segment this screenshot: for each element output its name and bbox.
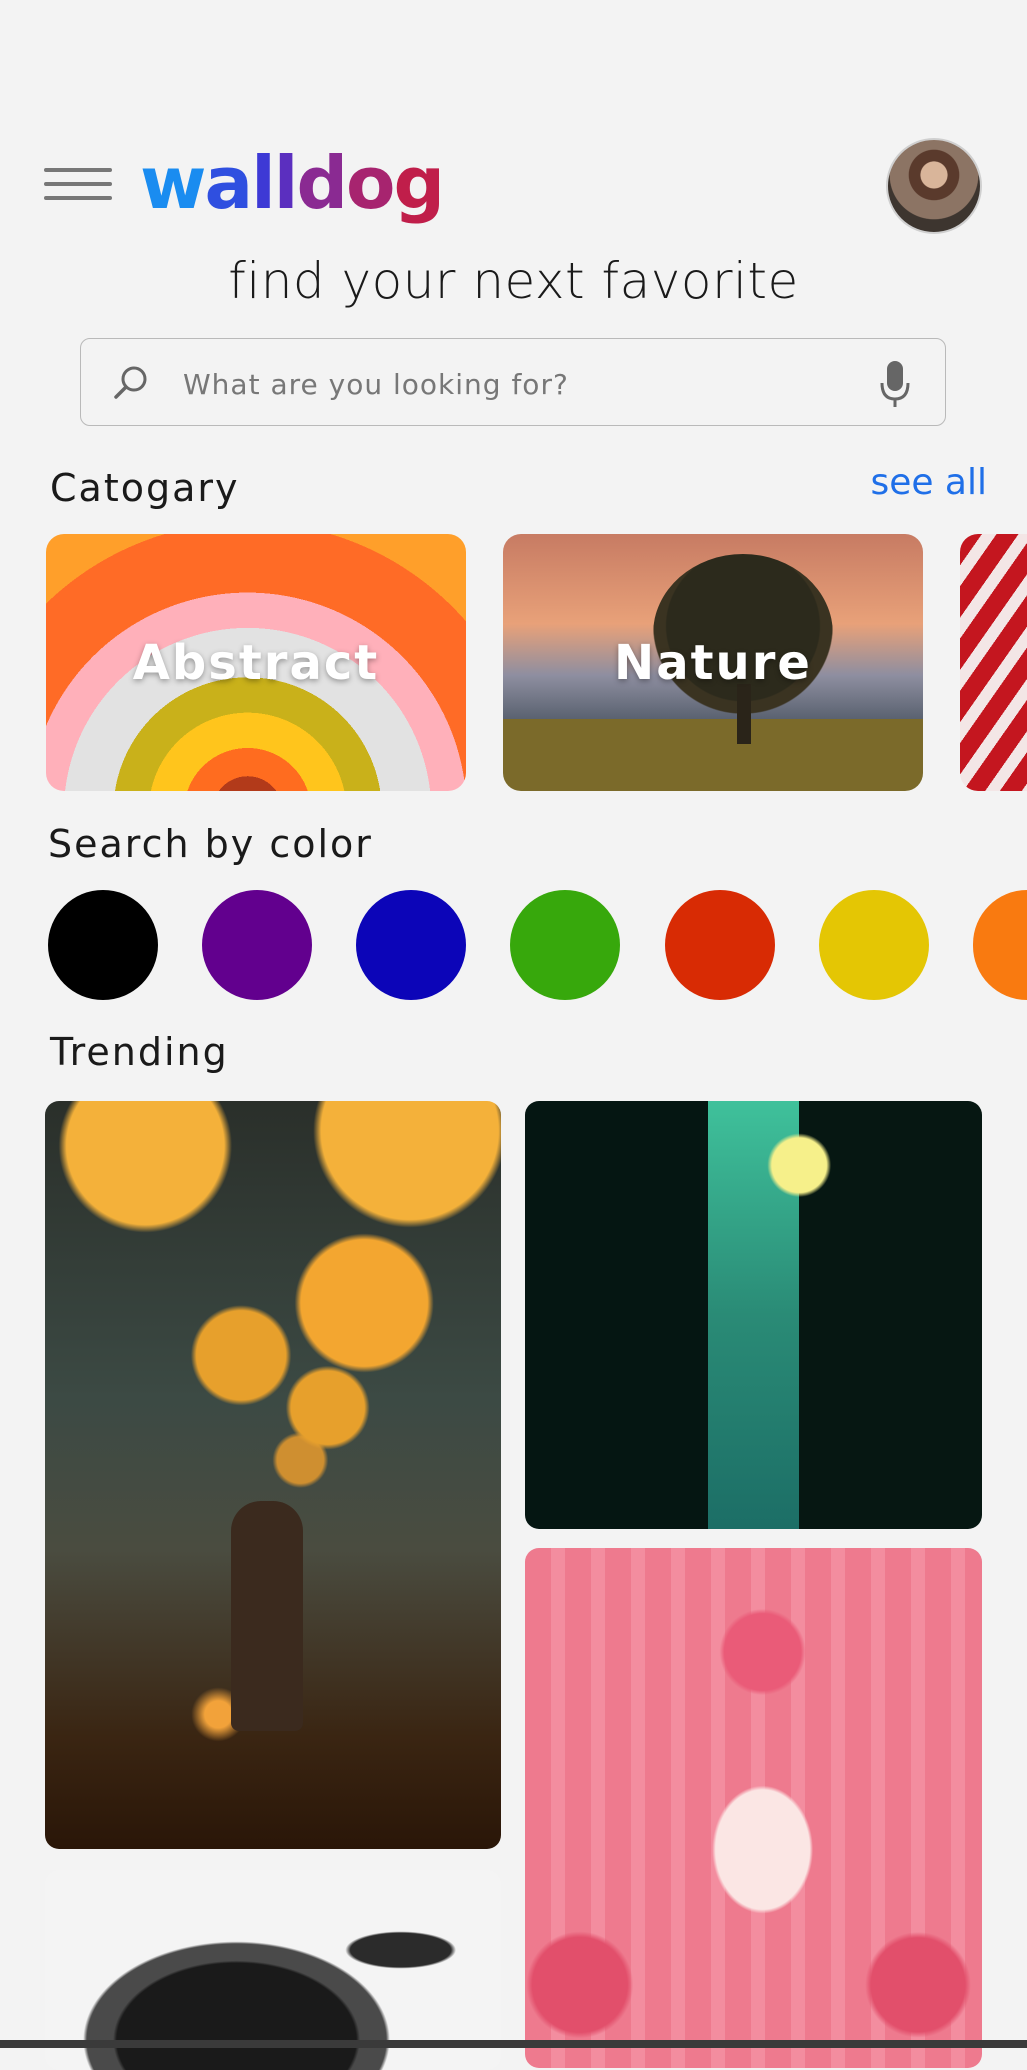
menu-line	[44, 182, 112, 186]
color-swatch-purple[interactable]	[202, 890, 312, 1000]
search-bar	[80, 338, 946, 426]
trending-image-clock-forest[interactable]	[45, 1101, 501, 1849]
menu-line	[44, 168, 112, 172]
see-all-link[interactable]: see all	[870, 462, 987, 503]
menu-line	[44, 196, 112, 200]
color-swatch-black[interactable]	[48, 890, 158, 1000]
category-label: Abstract	[132, 634, 380, 691]
color-section-title: Search by color	[48, 822, 373, 866]
page-tagline: find your next favorite	[228, 252, 799, 310]
color-swatch-red[interactable]	[665, 890, 775, 1000]
trending-image-canyon[interactable]	[525, 1101, 982, 1529]
color-swatch-green[interactable]	[510, 890, 620, 1000]
trending-section-title: Trending	[50, 1030, 229, 1074]
user-avatar[interactable]	[886, 138, 982, 234]
walker-figure	[231, 1501, 303, 1731]
category-card-abstract[interactable]: Abstract	[46, 534, 466, 791]
category-card-nature[interactable]: Nature	[503, 534, 923, 791]
bottom-edge	[0, 2040, 1027, 2048]
color-swatch-orange[interactable]	[973, 890, 1027, 1000]
search-input[interactable]	[181, 355, 845, 413]
microphone-icon[interactable]	[877, 359, 913, 409]
trending-image-pink-figure[interactable]	[525, 1548, 982, 2068]
search-icon[interactable]	[111, 363, 151, 403]
category-card-partial[interactable]	[960, 534, 1027, 791]
color-swatch-blue[interactable]	[356, 890, 466, 1000]
app-logo[interactable]: walldog	[140, 138, 445, 228]
hamburger-menu-icon[interactable]	[44, 164, 116, 204]
category-label: Nature	[614, 634, 812, 691]
category-section-title: Catogary	[50, 466, 240, 510]
color-swatch-yellow[interactable]	[819, 890, 929, 1000]
